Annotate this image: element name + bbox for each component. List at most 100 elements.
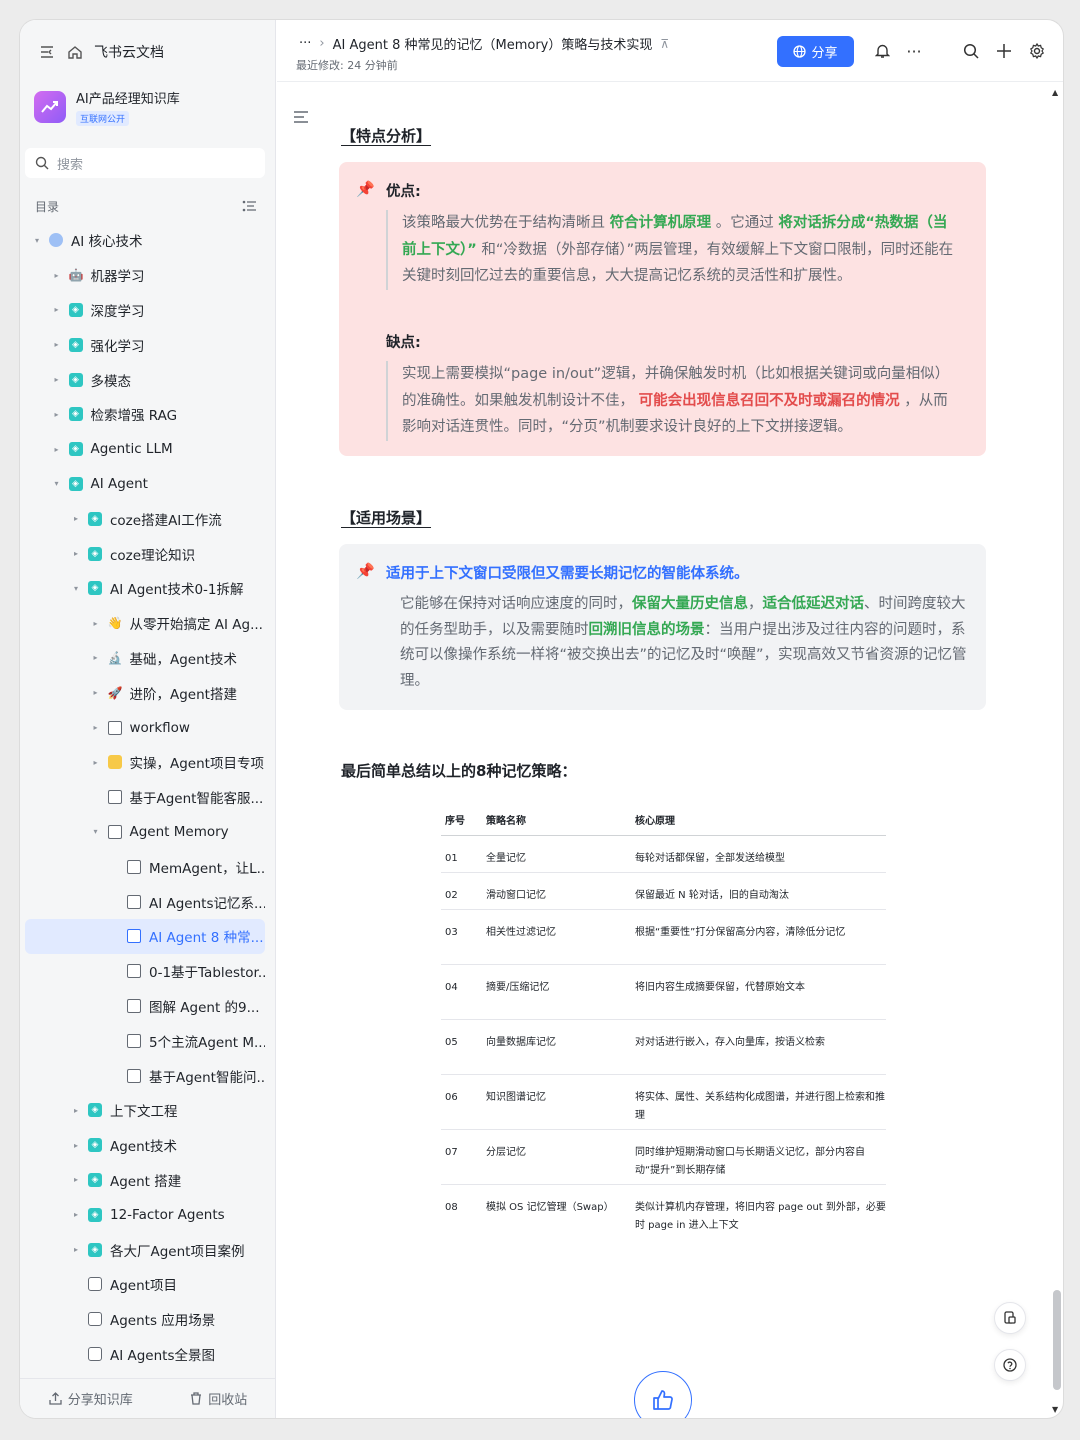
- sidebar-item[interactable]: ▸ ◈ 上下文工程: [25, 1093, 265, 1128]
- more-icon[interactable]: ···: [903, 40, 925, 62]
- scroll-up-icon[interactable]: ▲: [1052, 88, 1058, 97]
- sidebar-item[interactable]: MemAgent，让L...: [25, 849, 265, 884]
- toc-header: 目录: [35, 198, 257, 215]
- sidebar-item-label: 机器学习: [90, 269, 145, 286]
- like-button[interactable]: [634, 1371, 692, 1418]
- public-badge: 互联网公开: [76, 111, 130, 126]
- sidebar-item[interactable]: AI Agent 8 种常...: [25, 918, 265, 954]
- caret-right-icon[interactable]: ▸: [70, 1245, 82, 1254]
- sidebar-item[interactable]: ▸ ◈ 深度学习: [25, 293, 265, 328]
- sidebar-item[interactable]: AI Agents全景图: [25, 1337, 265, 1372]
- caret-down-icon[interactable]: ▾: [70, 584, 82, 593]
- sidebar-item[interactable]: ▸ 🔬 基础，Agent技术: [25, 641, 265, 676]
- home-icon[interactable]: [66, 43, 84, 61]
- sidebar-item-label: Agentic LLM: [90, 441, 173, 458]
- document-icon: [127, 964, 141, 979]
- collapse-sidebar-icon[interactable]: [38, 43, 56, 61]
- breadcrumb-more[interactable]: ···: [299, 36, 311, 51]
- sidebar-item[interactable]: AI Agents记忆系...: [25, 884, 265, 919]
- scrollbar[interactable]: ▲ ▼: [1051, 88, 1061, 1418]
- search-icon[interactable]: [960, 40, 982, 62]
- caret-right-icon[interactable]: ▸: [90, 619, 102, 628]
- sidebar-item[interactable]: ▸ 实操，Agent项目专项: [25, 745, 265, 780]
- table-cell-index: 02: [441, 872, 486, 910]
- sidebar-item[interactable]: ▸ ◈ coze搭建AI工作流: [25, 501, 265, 536]
- sidebar-item[interactable]: ▸ ◈ 检索增强 RAG: [25, 397, 265, 432]
- knowledge-base-logo: [34, 91, 66, 123]
- help-icon[interactable]: [994, 1349, 1026, 1381]
- bell-icon[interactable]: [871, 40, 893, 62]
- wiki-node-icon: ◈: [68, 476, 83, 491]
- sidebar-item[interactable]: ▾ AI 核心技术: [25, 223, 265, 258]
- sidebar-item[interactable]: ▸ ◈ 12-Factor Agents: [25, 1197, 265, 1232]
- scene-highlight-1: 保留大量历史信息: [632, 596, 748, 612]
- caret-right-icon[interactable]: ▸: [51, 305, 63, 314]
- caret-right-icon[interactable]: ▸: [70, 1141, 82, 1150]
- caret-right-icon[interactable]: ▸: [51, 375, 63, 384]
- caret-right-icon[interactable]: ▸: [51, 445, 63, 454]
- caret-right-icon[interactable]: ▸: [90, 723, 102, 732]
- search-input[interactable]: 搜索: [25, 148, 265, 178]
- sidebar-item[interactable]: ▾ Agent Memory: [25, 815, 265, 850]
- sidebar-item[interactable]: 基于Agent智能问...: [25, 1058, 265, 1093]
- sidebar-item[interactable]: ▸ ◈ 多模态: [25, 362, 265, 397]
- sidebar-item[interactable]: 图解 Agent 的9...: [25, 989, 265, 1024]
- caret-right-icon[interactable]: ▸: [70, 514, 82, 523]
- scroll-thumb[interactable]: [1053, 1290, 1061, 1390]
- table-row: 06 知识图谱记忆 将实体、属性、关系结构化成图谱，并进行图上检索和推理: [441, 1074, 886, 1130]
- sidebar-item[interactable]: 0-1基于Tablestor...: [25, 954, 265, 989]
- outline-icon[interactable]: [293, 109, 309, 128]
- sidebar-item[interactable]: ▸ ◈ 强化学习: [25, 327, 265, 362]
- copy-link-icon[interactable]: [994, 1302, 1026, 1334]
- list-view-icon[interactable]: [242, 200, 257, 213]
- sidebar-item[interactable]: ▾ ◈ AI Agent技术0-1拆解: [25, 571, 265, 606]
- sidebar-item[interactable]: ▸ 🚀 进阶，Agent搭建: [25, 675, 265, 710]
- caret-down-icon[interactable]: ▾: [31, 236, 43, 245]
- sidebar-item-label: AI Agents全景图: [110, 1347, 216, 1364]
- caret-right-icon[interactable]: ▸: [70, 1106, 82, 1115]
- sidebar-item[interactable]: ▸ 🤖 机器学习: [25, 258, 265, 293]
- wiki-node-icon: ◈: [88, 1242, 102, 1257]
- cons-highlight-1: 可能会出现信息召回不及时或漏召的情况: [638, 392, 900, 409]
- sidebar-item[interactable]: ▸ 👋 从零开始搞定 AI Ag...: [25, 606, 265, 641]
- caret-right-icon[interactable]: ▸: [70, 549, 82, 558]
- sidebar-item[interactable]: Agents 应用场景: [25, 1302, 265, 1337]
- sidebar-item[interactable]: 5个主流Agent M...: [25, 1023, 265, 1058]
- sidebar-item[interactable]: Agent项目: [25, 1267, 265, 1302]
- share-kb-button[interactable]: 分享知识库: [49, 1389, 133, 1408]
- caret-right-icon[interactable]: ▸: [70, 1175, 82, 1184]
- plus-icon[interactable]: [993, 40, 1015, 62]
- caret-down-icon[interactable]: ▾: [51, 479, 63, 488]
- sidebar-item[interactable]: ▾ ◈ AI Agent: [25, 467, 265, 502]
- caret-right-icon[interactable]: ▸: [90, 758, 102, 767]
- sidebar-item[interactable]: ▸ ◈ coze理论知识: [25, 536, 265, 571]
- sidebar-item[interactable]: ▸ ◈ Agent技术: [25, 1128, 265, 1163]
- doc-body: 【特点分析】 📌 优点: 该策略最大优势在于结构清晰且 符合计算机原理 。它通过…: [277, 83, 1049, 1418]
- caret-right-icon[interactable]: ▸: [90, 653, 102, 662]
- caret-right-icon[interactable]: ▸: [70, 1210, 82, 1219]
- sidebar-item-label: 上下文工程: [110, 1104, 178, 1121]
- pushpin-icon: 📌: [356, 180, 375, 198]
- doc-title[interactable]: AI Agent 8 种常见的记忆（Memory）策略与技术实现: [333, 34, 653, 53]
- sidebar-top-bar: 飞书云文档: [38, 40, 164, 64]
- document-icon: [107, 824, 122, 839]
- sidebar-item[interactable]: ▸ workflow: [25, 710, 265, 745]
- trash-button[interactable]: 回收站: [190, 1389, 247, 1408]
- caret-right-icon[interactable]: ▸: [90, 688, 102, 697]
- caret-right-icon[interactable]: ▸: [51, 340, 63, 349]
- pin-icon[interactable]: ⊼: [660, 37, 669, 51]
- scroll-down-icon[interactable]: ▼: [1052, 1405, 1058, 1414]
- breadcrumb: ··· › AI Agent 8 种常见的记忆（Memory）策略与技术实现 ⊼: [299, 34, 669, 53]
- app-name[interactable]: 飞书云文档: [94, 42, 164, 62]
- globe-icon: [49, 233, 63, 248]
- caret-right-icon[interactable]: ▸: [51, 410, 63, 419]
- sidebar-item[interactable]: ▸ ◈ 各大厂Agent项目案例: [25, 1232, 265, 1267]
- sidebar-item[interactable]: 基于Agent智能客服...: [25, 780, 265, 815]
- sidebar-item[interactable]: ▸ ◈ Agentic LLM: [25, 432, 265, 467]
- gear-icon[interactable]: [1026, 40, 1048, 62]
- knowledge-base-header[interactable]: AI产品经理知识库 互联网公开: [34, 88, 180, 126]
- caret-down-icon[interactable]: ▾: [90, 827, 102, 836]
- caret-right-icon[interactable]: ▸: [51, 271, 63, 280]
- sidebar-item[interactable]: ▸ ◈ Agent 搭建: [25, 1163, 265, 1198]
- share-button[interactable]: 分享: [777, 36, 854, 67]
